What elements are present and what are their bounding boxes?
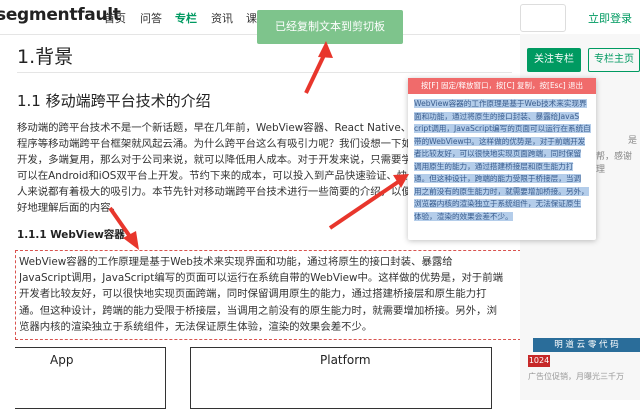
arrow-to-popup: [328, 174, 409, 230]
arrow-to-selection: [108, 206, 139, 250]
arrow-to-toast: [304, 41, 333, 94]
annotation-arrows: [108, 41, 409, 250]
